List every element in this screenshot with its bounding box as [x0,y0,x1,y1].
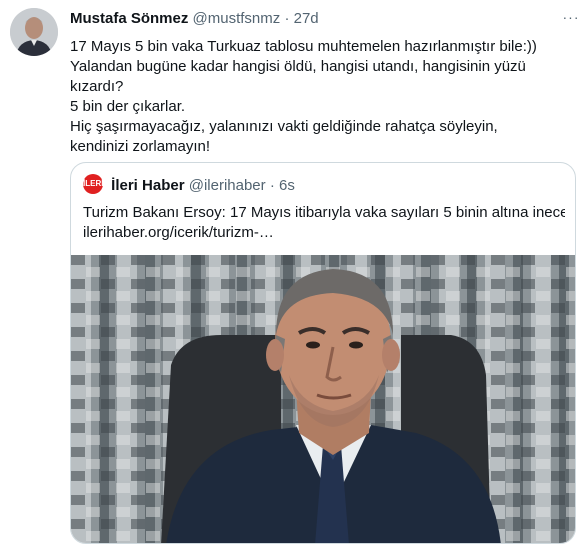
ileri-logo-icon[interactable]: İLERİ [83,174,103,194]
tweet[interactable]: Mustafa Sönmez @mustfsnmz · 27d ··· 17 M… [0,0,588,552]
author-name[interactable]: Mustafa Sönmez [70,10,188,27]
separator-dot: · [284,10,290,27]
tweet-line: 5 bin der çıkarlar. [70,98,186,115]
tweet-time[interactable]: 27d [294,10,319,27]
author-handle[interactable]: @mustfsnmz [193,10,281,27]
quoted-tweet[interactable]: İLERİ İleri Haber @ilerihaber · 6s Turiz… [70,162,576,544]
quoted-link[interactable]: ilerihaber.org/icerik/turizm-… [83,223,565,243]
news-photo-icon [71,255,575,543]
quoted-author-handle[interactable]: @ilerihaber [189,177,266,194]
logo-text: İLERİ [83,179,104,188]
quoted-tweet-time[interactable]: 6s [279,177,295,194]
quoted-photo[interactable] [71,255,575,543]
quoted-author-name[interactable]: İleri Haber [111,177,184,194]
tweet-line: 17 Mayıs 5 bin vaka Turkuaz tablosu muht… [70,38,537,55]
quoted-headline: Turizm Bakanı Ersoy: 17 Mayıs itibarıyla… [83,204,565,221]
tweet-line: Yalandan bugüne kadar hangisi öldü, hang… [70,58,526,95]
quoted-tweet-header: İLERİ İleri Haber @ilerihaber · 6s [83,174,295,196]
user-avatar-icon [10,8,58,56]
quoted-tweet-text: Turizm Bakanı Ersoy: 17 Mayıs itibarıyla… [83,203,565,243]
tweet-header: Mustafa Sönmez @mustfsnmz · 27d [70,9,319,29]
tweet-line: Hiç şaşırmayacağız, yalanınızı vakti gel… [70,118,498,155]
tweet-text: 17 Mayıs 5 bin vaka Turkuaz tablosu muht… [70,37,560,157]
separator-dot: · [269,177,275,194]
more-options-icon[interactable]: ··· [560,8,582,26]
author-avatar[interactable] [10,8,58,56]
